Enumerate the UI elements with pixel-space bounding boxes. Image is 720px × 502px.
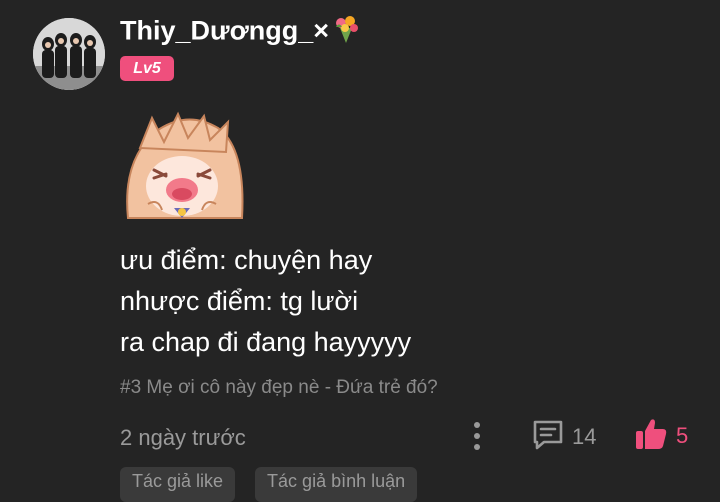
comment-line: nhược điểm: tg lười — [120, 286, 359, 316]
comment-bubble-icon — [532, 419, 564, 456]
thumbs-up-icon — [634, 417, 668, 456]
level-badge: Lv5 — [120, 56, 174, 81]
chip-author-commented[interactable]: Tác giả bình luận — [255, 467, 418, 502]
comment-timestamp: 2 ngày trước — [120, 425, 246, 450]
more-options-icon[interactable] — [466, 420, 488, 452]
comment-line: ra chap đi đang hayyyyy — [120, 327, 412, 357]
like-button[interactable]: 5 — [634, 418, 688, 454]
username[interactable]: Thiy_Dươngg_× — [120, 14, 360, 51]
reply-count: 14 — [572, 424, 597, 449]
like-count: 5 — [676, 423, 689, 448]
author-tags: Tác giả like Tác giả bình luận — [120, 467, 418, 502]
chip-author-liked[interactable]: Tác giả like — [120, 467, 236, 502]
flower-bouquet-icon — [332, 14, 360, 51]
user-avatar[interactable] — [33, 18, 105, 90]
username-text: Thiy_Dươngg_× — [120, 15, 330, 46]
comment-line: ưu điểm: chuyện hay — [120, 245, 373, 275]
comment-body: ưu điểm: chuyện hay nhược điểm: tg lười … — [120, 240, 411, 363]
reply-button[interactable]: 14 — [532, 420, 596, 454]
anime-girl-crying-sticker — [118, 108, 250, 222]
chapter-reference[interactable]: #3 Mẹ ơi cô này đẹp nè - Đứa trẻ đó? — [120, 377, 438, 399]
